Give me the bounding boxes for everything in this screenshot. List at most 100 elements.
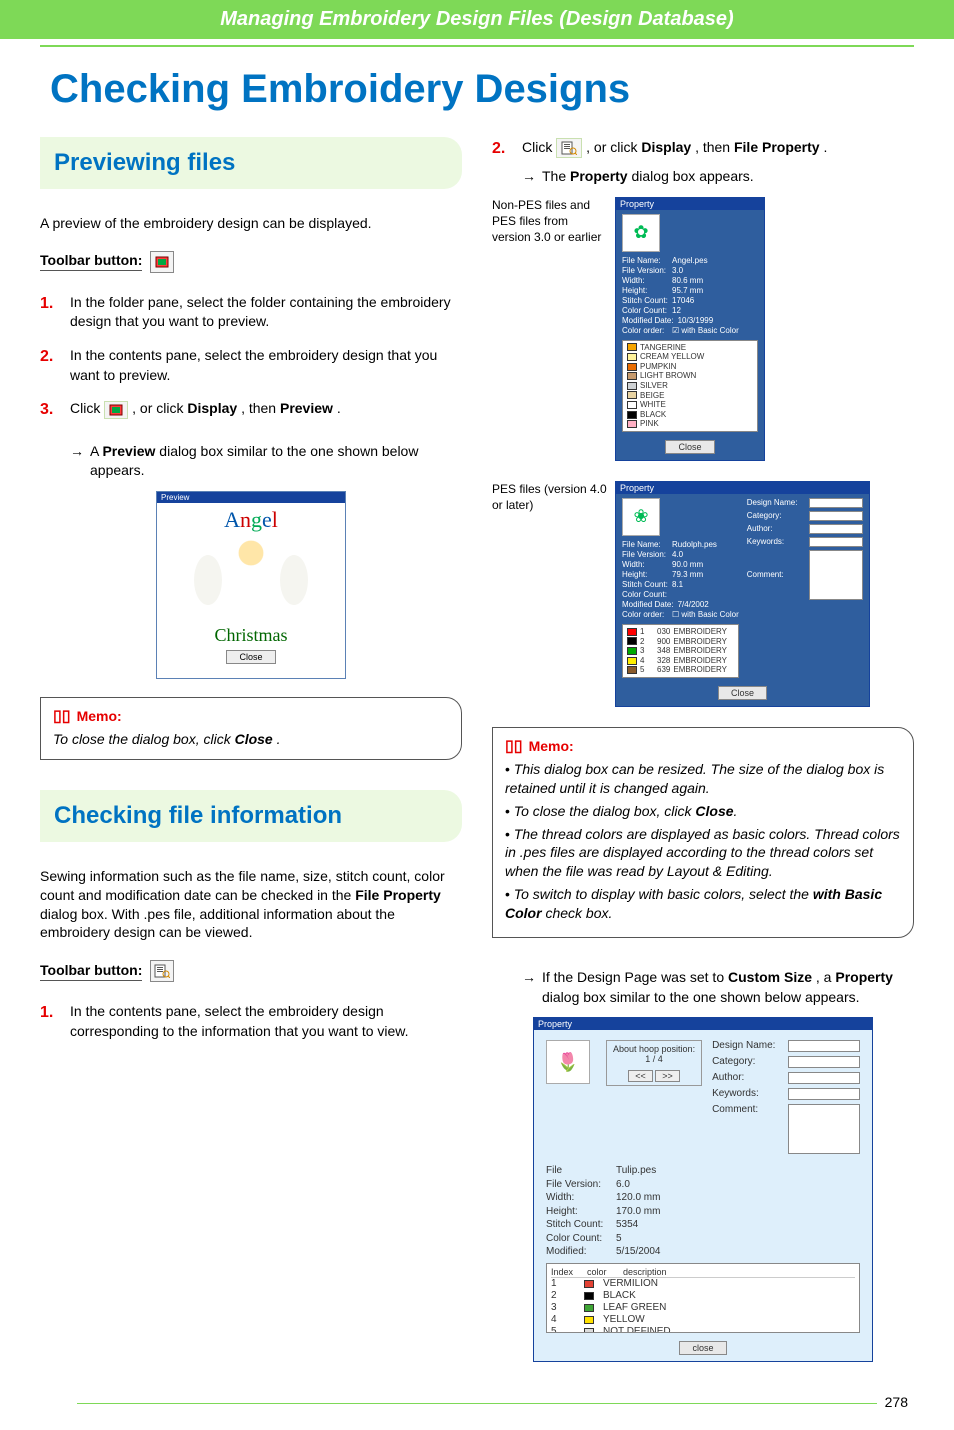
preview-angel-text: Angel [224,507,278,533]
previewing-result: → A Preview dialog box similar to the on… [70,442,462,481]
pd3-colorlist: Index color description 1VERMILION2BLACK… [546,1263,860,1333]
section-previewing-heading: Previewing files [54,149,454,177]
pd1-close[interactable]: Close [665,440,714,454]
right-step-2: 2. Click , or click Display , then File … [492,137,914,161]
r2-then: , then [695,139,734,155]
pd2-w-l: Width: [622,560,668,570]
pd2-cat-box[interactable] [809,511,863,521]
memo1-a: To close the dialog box, click [53,731,235,747]
pd3-dn-box[interactable] [788,1040,860,1052]
pd2-bc-label: with Basic Color [681,610,738,619]
pd3-s-l: Stitch Count: [546,1218,610,1232]
pd3-title: Property [534,1018,872,1030]
pd3-head-idx: Index [551,1267,581,1277]
pd2-title: Property [616,482,869,494]
arrow-icon: → [70,442,84,481]
m4a: To switch to display with basic colors, … [514,886,813,902]
r2-a: Click [522,139,556,155]
caption-nonpes: Non-PES files and PES files from version… [492,197,607,246]
memo-body-1: To close the dialog box, click Close . [53,730,449,749]
arrow-icon-2: → [522,167,536,187]
header-banner: Managing Embroidery Design Files (Design… [0,0,954,39]
pd3-fv-l: File Version: [546,1178,610,1192]
memo-box-1: ▯▯ Memo: To close the dialog box, click … [40,697,462,760]
memo-label-1: Memo: [77,708,122,724]
checking-intro-b: File Property [355,887,441,903]
pd1-fn-l: File Name: [622,256,668,266]
property-row-2: PES files (version 4.0 or later) Propert… [492,481,914,707]
pd3-nav-prev[interactable]: << [628,1070,653,1082]
pd2-cat-l: Category: [747,511,805,520]
pd3-au-l: Author: [712,1072,782,1083]
m4c: check box. [542,905,613,921]
checking-toolbar-label: Toolbar button: [40,962,142,981]
pd3-nav-next[interactable]: >> [655,1070,680,1082]
preview-dialog-title: Preview [157,492,345,503]
pd2-au-l: Author: [747,524,805,533]
preview-christmas-text: Christmas [157,625,345,646]
pd3-h-v: 170.0 mm [616,1205,660,1219]
r2-period: . [823,139,827,155]
pd3-fv-v: 6.0 [616,1178,630,1192]
pd1-h-l: Height: [622,286,668,296]
pd2-fv-v: 4.0 [672,550,739,560]
page-number: 278 [40,1394,914,1410]
pd1-s-l: Stitch Count: [622,296,668,306]
previewing-toolbar-row: Toolbar button: [40,251,462,273]
pd3-dn-l: Design Name: [712,1040,782,1051]
pd2-au-box[interactable] [809,524,863,534]
pd1-fv-l: File Version: [622,266,668,276]
checking-step-number-1: 1. [40,1002,56,1041]
memo-label-2: Memo: [529,738,574,754]
arrow-icon-3: → [522,968,536,1007]
pd2-h-l: Height: [622,570,668,580]
preview-dialog-body: Angel Christmas Close [157,503,345,678]
pd3-kw-box[interactable] [788,1088,860,1100]
step-3-then: , then [241,400,280,416]
step-3-display: Display [187,400,237,416]
pd2-dn-box[interactable] [809,498,863,508]
checking-step-1: 1. In the contents pane, select the embr… [40,1002,462,1041]
right-step-number-2: 2. [492,137,508,161]
pd2-dn-l: Design Name: [747,498,805,507]
rr2-e: dialog box similar to the one shown belo… [542,989,860,1005]
pd2-kw-box[interactable] [809,537,863,547]
r2-display: Display [641,139,691,155]
memo1-c: . [277,731,281,747]
book-icon-2: ▯▯ [505,736,523,756]
rr2-b: Custom Size [728,969,812,985]
page-title: Checking Embroidery Designs [50,67,914,112]
step-number-3: 3. [40,399,56,421]
preview-close-button[interactable]: Close [226,650,275,664]
preview-icon-inline [104,401,128,419]
pd2-co-l: Color order: [622,610,668,620]
pd1-bc: ☑ with Basic Color [672,326,758,336]
pd1-c-l: Color Count: [622,306,668,316]
pd3-cm-l: Comment: [712,1104,782,1115]
property-row-1: Non-PES files and PES files from version… [492,197,914,461]
pd3-cm-box[interactable] [788,1104,860,1154]
pd3-cat-box[interactable] [788,1056,860,1068]
pd2-thumb: ❀ [622,498,660,536]
pd3-hoop-box: About hoop position: 1 / 4 << >> [606,1040,702,1086]
pd3-h-l: Height: [546,1205,610,1219]
pd3-au-box[interactable] [788,1072,860,1084]
property-toolbar-icon [150,960,174,982]
r2-fp2: Property [762,139,820,155]
result-b: Preview [102,443,155,459]
pd2-cm-box[interactable] [809,550,863,600]
pd2-s-v: 8.1 [672,580,739,590]
preview-toolbar-icon [150,251,174,273]
checking-toolbar-row: Toolbar button: [40,960,462,982]
memo2-item4: To switch to display with basic colors, … [505,885,901,923]
pd1-colorlist: TANGERINECREAM YELLOWPUMPKINLIGHT BROWNS… [622,340,758,432]
pd1-title: Property [616,198,764,210]
pd3-w-v: 120.0 mm [616,1191,660,1205]
pd2-close[interactable]: Close [718,686,767,700]
right-step-2-text: Click , or click Display , then File Pro… [522,137,914,161]
r2-fp1: File [734,139,758,155]
section-checking-heading-wrap: Checking file information [40,790,462,842]
rr1-b: Property [570,168,628,184]
pd2-h-v: 79.3 mm [672,570,739,580]
rr2-c: , a [816,969,835,985]
